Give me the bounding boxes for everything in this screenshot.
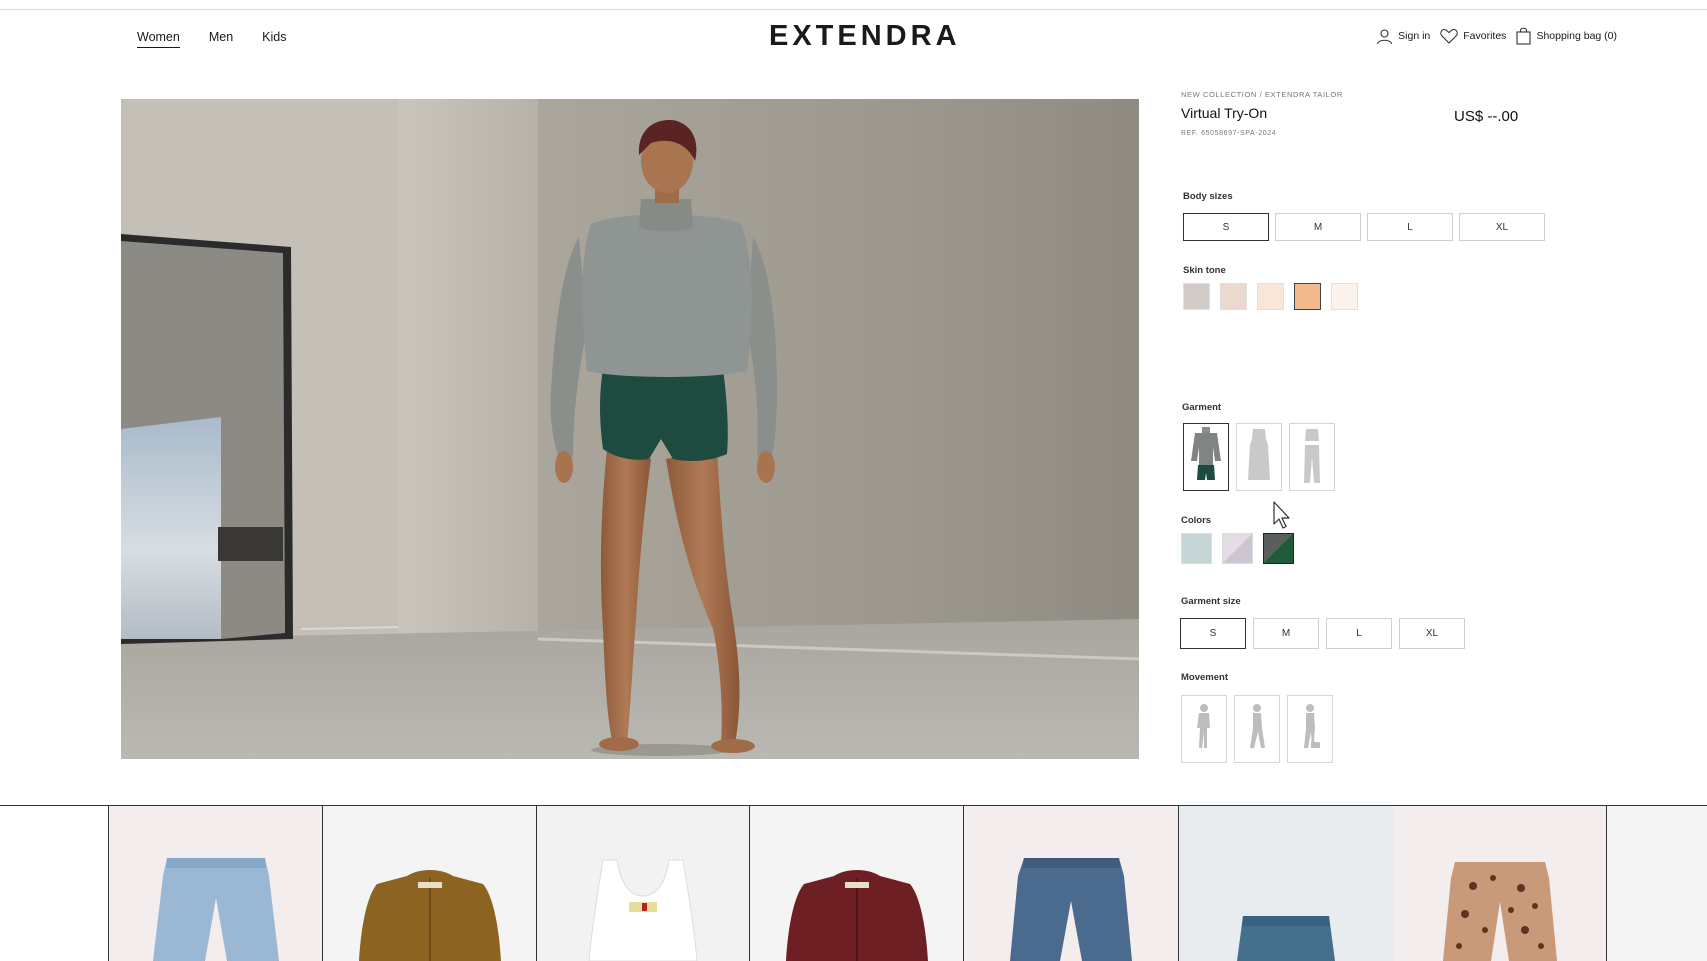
breadcrumb[interactable]: NEW COLLECTION / EXTENDRA TAILOR <box>1181 90 1343 99</box>
nav-men[interactable]: Men <box>209 30 233 48</box>
dress-icon <box>1244 425 1274 490</box>
shopping-bag-link[interactable]: Shopping bag (0) <box>1516 27 1617 45</box>
skin-tone-selector <box>1183 283 1358 310</box>
pose-stepping-icon <box>1298 702 1322 757</box>
movement-option-3[interactable] <box>1287 695 1333 763</box>
bag-icon <box>1516 27 1531 45</box>
skin-tone-2[interactable] <box>1220 283 1247 310</box>
body-size-xl[interactable]: XL <box>1459 213 1545 241</box>
cardigan-image <box>750 870 963 961</box>
body-size-l[interactable]: L <box>1367 213 1453 241</box>
cardigan-image <box>323 870 536 961</box>
color-option-1[interactable] <box>1181 533 1212 564</box>
garment-size-label: Garment size <box>1181 596 1241 607</box>
product-card-edge-right[interactable] <box>1607 806 1707 961</box>
color-option-3[interactable] <box>1263 533 1294 564</box>
nav-kids[interactable]: Kids <box>262 30 286 48</box>
product-price: US$ --.00 <box>1454 108 1519 125</box>
signin-label: Sign in <box>1398 30 1431 42</box>
tank-top-image <box>537 859 749 961</box>
product-card-shorts-denim[interactable] <box>1179 806 1393 961</box>
color-selector <box>1181 533 1294 564</box>
garment-label: Garment <box>1182 402 1222 413</box>
product-ref: REF. 65058697-SPA-2024 <box>1181 130 1277 137</box>
utility-nav: Sign in Favorites Shopping bag (0) <box>1376 27 1617 45</box>
movement-option-1[interactable] <box>1181 695 1227 763</box>
skin-tone-5[interactable] <box>1331 283 1358 310</box>
heart-icon <box>1440 28 1459 44</box>
colors-label: Colors <box>1181 515 1212 526</box>
leopard-pants-image <box>1393 862 1606 961</box>
shorts-image <box>1179 916 1393 961</box>
skin-tone-4[interactable] <box>1294 283 1321 310</box>
garment-option-2[interactable] <box>1236 423 1282 491</box>
garment-size-selector: S M L XL <box>1180 618 1465 649</box>
product-title: Virtual Try-On <box>1181 105 1268 121</box>
product-card-cardigan-burgundy[interactable] <box>750 806 964 961</box>
try-on-viewer[interactable] <box>121 99 1139 759</box>
garment-size-xl[interactable]: XL <box>1399 618 1465 649</box>
favorites-label: Favorites <box>1463 30 1507 42</box>
product-card-tank-white[interactable] <box>537 806 750 961</box>
jeans-image <box>964 858 1178 961</box>
pose-standing-icon <box>1192 702 1216 757</box>
product-card-jeans-dark[interactable] <box>964 806 1179 961</box>
skin-tone-3[interactable] <box>1257 283 1284 310</box>
bag-label: Shopping bag (0) <box>1536 30 1617 42</box>
garment-option-3[interactable] <box>1289 423 1335 491</box>
product-card-pants-leopard[interactable] <box>1393 806 1607 961</box>
movement-label: Movement <box>1181 672 1228 683</box>
sweater-and-shorts-icon <box>1189 425 1223 490</box>
body-size-selector: S M L XL <box>1183 213 1545 241</box>
garment-option-1[interactable] <box>1183 423 1229 491</box>
skin-tone-label: Skin tone <box>1183 265 1226 276</box>
body-sizes-label: Body sizes <box>1183 191 1233 202</box>
main-nav: Women Men Kids <box>137 30 287 48</box>
favorites-link[interactable]: Favorites <box>1440 28 1506 44</box>
mouse-cursor-icon <box>1272 500 1292 535</box>
top-and-pants-icon <box>1297 425 1327 490</box>
movement-option-2[interactable] <box>1234 695 1280 763</box>
movement-selector <box>1181 695 1333 763</box>
skin-tone-1[interactable] <box>1183 283 1210 310</box>
user-icon <box>1376 28 1393 45</box>
avatar-scene <box>121 99 1139 759</box>
body-size-m[interactable]: M <box>1275 213 1361 241</box>
garment-selector <box>1183 423 1335 491</box>
body-size-s[interactable]: S <box>1183 213 1269 241</box>
signin-link[interactable]: Sign in <box>1376 28 1430 45</box>
jeans-image <box>109 858 322 961</box>
garment-size-s[interactable]: S <box>1180 618 1246 649</box>
brand-logo[interactable]: EXTENDRA <box>769 20 961 53</box>
nav-women[interactable]: Women <box>137 30 180 48</box>
product-card-cardigan-mustard[interactable] <box>323 806 537 961</box>
garment-size-l[interactable]: L <box>1326 618 1392 649</box>
product-carousel <box>0 805 1707 961</box>
color-option-2[interactable] <box>1222 533 1253 564</box>
pose-walking-icon <box>1245 702 1269 757</box>
top-border <box>0 0 1707 10</box>
garment-size-m[interactable]: M <box>1253 618 1319 649</box>
product-card-edge-left[interactable] <box>0 806 109 961</box>
product-card-jeans-light[interactable] <box>109 806 323 961</box>
